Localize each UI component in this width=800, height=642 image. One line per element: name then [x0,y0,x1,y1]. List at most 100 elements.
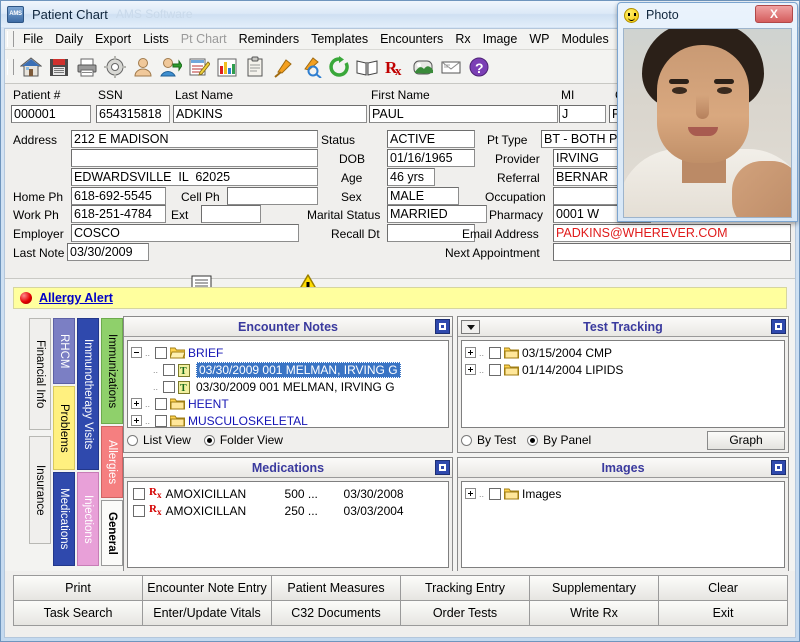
clear-button[interactable]: Clear [658,575,788,601]
patient-number-field[interactable] [11,105,91,123]
email-icon[interactable] [437,52,465,82]
exit-button[interactable]: Exit [658,600,788,626]
rx-icon[interactable]: Rx [381,52,409,82]
tree-node[interactable]: .. 03/15/2004 CMP [465,344,784,361]
cell-phone-field[interactable] [227,187,318,205]
medication-row[interactable]: Rx AMOXICILLAN 500 ... 03/30/2008 [131,485,448,502]
refresh-icon[interactable] [325,52,353,82]
sidebar-tab-injections[interactable]: Injections [77,472,99,566]
edit-form-icon[interactable] [185,52,213,82]
print-icon[interactable] [73,52,101,82]
help-icon[interactable]: ? [465,52,493,82]
tree-node[interactable]: .. BRIEF [131,344,448,361]
test-tracking-dropdown-button[interactable] [461,320,480,334]
order-tests-button[interactable]: Order Tests [400,600,530,626]
patient-measures-button[interactable]: Patient Measures [271,575,401,601]
email-field[interactable] [553,224,791,242]
menu-image[interactable]: Image [477,30,524,48]
node-checkbox[interactable] [489,487,501,500]
tree-node[interactable]: .. HEENT [131,395,448,412]
ext-field[interactable] [201,205,261,223]
menu-modules[interactable]: Modules [555,30,614,48]
employer-field[interactable] [71,224,299,242]
save-icon[interactable] [45,52,73,82]
photo-window-titlebar[interactable]: Photo X [618,3,797,27]
pushpin-search-icon[interactable] [297,52,325,82]
sidebar-tab-rhcm[interactable]: RHCM [53,318,75,384]
node-checkbox[interactable] [163,380,175,393]
node-checkbox[interactable] [163,363,175,376]
test-tracking-tree[interactable]: .. 03/15/2004 CMP .. 01/14/2004 LIPIDS [461,340,785,428]
sidebar-tab-immunizations[interactable]: Immunizations [101,318,123,424]
expander-minus-icon[interactable] [131,347,142,358]
task-search-button[interactable]: Task Search [13,600,143,626]
sidebar-tab-insurance[interactable]: Insurance [29,436,51,544]
address-line3-field[interactable] [71,168,318,186]
address-line1-field[interactable] [71,130,318,148]
age-field[interactable] [387,168,435,186]
book-icon[interactable] [353,52,381,82]
home-icon[interactable] [17,52,45,82]
tree-node[interactable]: .. 01/14/2004 LIPIDS [465,361,784,378]
expander-plus-icon[interactable] [131,415,142,426]
encounter-notes-maximize-button[interactable] [435,319,450,334]
tracking-entry-button[interactable]: Tracking Entry [400,575,530,601]
marital-status-field[interactable] [387,205,487,223]
expander-plus-icon[interactable] [465,364,476,375]
menu-rx[interactable]: Rx [449,30,476,48]
images-maximize-button[interactable] [771,460,786,475]
person-icon[interactable] [129,52,157,82]
menu-encounters[interactable]: Encounters [374,30,449,48]
node-checkbox[interactable] [155,414,167,427]
expander-plus-icon[interactable] [465,488,476,499]
toolbar-grip[interactable] [7,58,14,75]
work-phone-field[interactable] [71,205,166,223]
menu-wp[interactable]: WP [523,30,555,48]
medications-list[interactable]: Rx AMOXICILLAN 500 ... 03/30/2008 Rx AMO… [127,481,449,568]
sidebar-tab-medications[interactable]: Medications [53,472,75,566]
status-field[interactable] [387,130,475,148]
mi-field[interactable] [559,105,606,123]
medications-maximize-button[interactable] [435,460,450,475]
print-button[interactable]: Print [13,575,143,601]
radio-by-panel[interactable] [527,434,539,446]
node-checkbox[interactable] [489,363,501,376]
person-add-icon[interactable] [157,52,185,82]
home-phone-field[interactable] [71,187,166,205]
medication-checkbox[interactable] [133,487,145,500]
expander-plus-icon[interactable] [131,398,142,409]
node-checkbox[interactable] [155,346,167,359]
gear-icon[interactable] [101,52,129,82]
tree-node[interactable]: .. T 03/30/2009 001 MELMAN, IRVING G [131,361,448,378]
sidebar-tab-immunotherapy-visits[interactable]: Immunotherapy Visits [77,318,99,470]
node-checkbox[interactable] [489,346,501,359]
dob-field[interactable] [387,149,475,167]
menu-lists[interactable]: Lists [137,30,175,48]
clipboard-icon[interactable] [241,52,269,82]
menu-templates[interactable]: Templates [305,30,374,48]
radio-folder-view[interactable] [203,434,215,446]
encounter-note-entry-button[interactable]: Encounter Note Entry [142,575,272,601]
node-checkbox[interactable] [155,397,167,410]
close-icon[interactable]: X [755,5,793,23]
write-rx-button[interactable]: Write Rx [529,600,659,626]
images-tree[interactable]: .. Images [461,481,785,568]
tree-node[interactable]: .. Images [465,485,784,502]
menu-export[interactable]: Export [89,30,137,48]
expander-plus-icon[interactable] [465,347,476,358]
photo-window[interactable]: Photo X [617,2,798,222]
ssn-field[interactable] [96,105,170,123]
sidebar-tab-financial-info[interactable]: Financial Info [29,318,51,430]
menubar-grip[interactable] [7,31,14,47]
medication-checkbox[interactable] [133,504,145,517]
pushpin-icon[interactable] [269,52,297,82]
menu-reminders[interactable]: Reminders [233,30,305,48]
image-icon[interactable] [409,52,437,82]
last-name-field[interactable] [173,105,367,123]
sidebar-tab-problems[interactable]: Problems [53,386,75,470]
test-tracking-maximize-button[interactable] [771,319,786,334]
radio-by-test[interactable] [461,434,472,446]
last-note-field[interactable] [67,243,149,261]
medication-row[interactable]: Rx AMOXICILLAN 250 ... 03/03/2004 [131,502,448,519]
enter-update-vitals-button[interactable]: Enter/Update Vitals [142,600,272,626]
